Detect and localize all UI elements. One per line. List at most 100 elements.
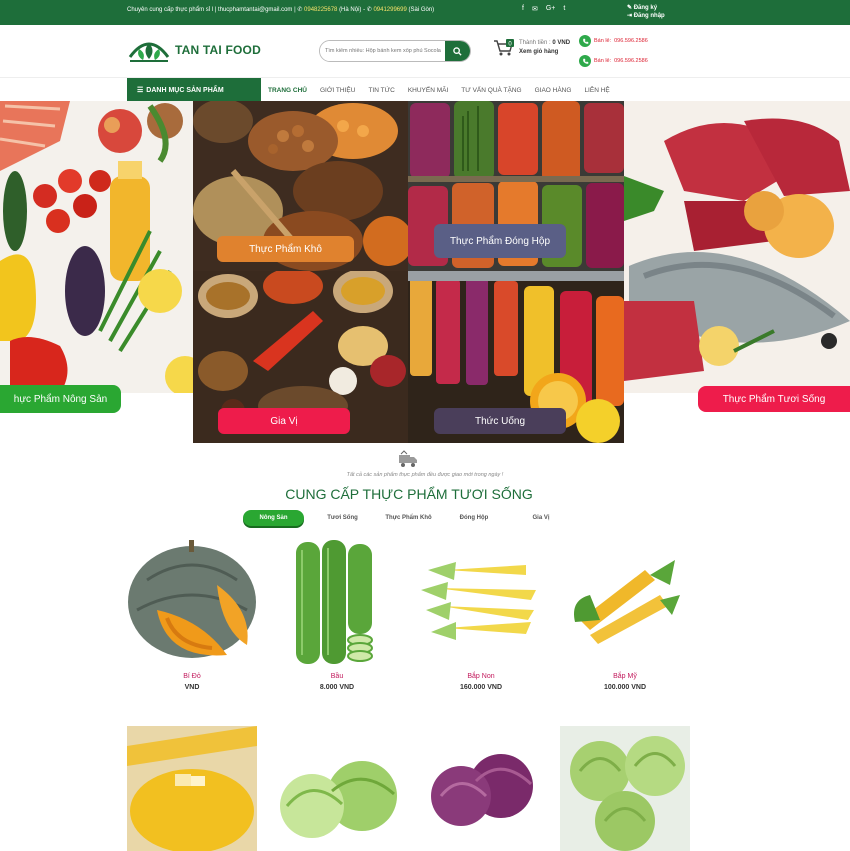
tab-thuc-pham-kho[interactable]: Thực Phẩm Khô: [376, 510, 441, 526]
product-image[interactable]: [416, 726, 546, 851]
cart[interactable]: 0 Thành tiền : 0 VND Xem giỏ hàng: [493, 39, 570, 57]
banner-thuc-uong-label[interactable]: Thức Uống: [434, 408, 566, 434]
product-card[interactable]: Bắp Mỹ 100.000 VND: [560, 540, 690, 691]
register-link[interactable]: Đăng ký: [634, 5, 657, 11]
banner-dong-hop-text: Thực Phẩm Đóng Hộp: [449, 235, 551, 247]
gourd-image: [272, 540, 402, 665]
product-image[interactable]: [560, 726, 690, 851]
tab-tuoi-song[interactable]: Tươi Sống: [315, 510, 370, 526]
cabbage-image: [272, 726, 402, 851]
product-image[interactable]: [127, 726, 257, 851]
search-icon: [453, 46, 462, 56]
product-price: 100.000 VND: [603, 684, 647, 691]
product-name[interactable]: Bắp Mỹ: [560, 673, 690, 680]
search-button[interactable]: [445, 41, 470, 61]
tab-gia-vi[interactable]: Gia Vị: [521, 510, 561, 526]
cart-view-link[interactable]: Xem giỏ hàng: [519, 49, 558, 55]
nav-promotions[interactable]: KHUYẾN MÃI: [408, 87, 448, 94]
product-card[interactable]: [127, 726, 257, 851]
product-image[interactable]: [272, 540, 402, 665]
hotline-2[interactable]: Bán lẻ: 096.596.2586: [579, 55, 648, 67]
fresh-meat-image: [624, 101, 850, 393]
tab-dong-hop[interactable]: Đóng Hộp: [449, 510, 499, 526]
cart-icon: 0: [494, 39, 514, 56]
product-card[interactable]: [272, 726, 402, 851]
banner-tuoi-song-label[interactable]: Thực Phẩm Tươi Sống: [698, 386, 850, 412]
nav-home[interactable]: TRANG CHỦ: [268, 87, 307, 94]
product-card[interactable]: Bầu 8.000 VND: [272, 540, 402, 691]
header: TAN TAI FOOD 0 Thành tiền : 0 VND Xem gi…: [0, 25, 850, 77]
product-card[interactable]: Bí Đỏ VND: [127, 540, 257, 691]
banner-gia-vi-label[interactable]: Gia Vị: [218, 408, 350, 434]
facebook-icon[interactable]: f: [522, 5, 524, 13]
product-card[interactable]: Bắp Non 160.000 VND: [416, 540, 546, 691]
product-card[interactable]: [416, 726, 546, 851]
banner-nong-san-label[interactable]: hực Phẩm Nông Sản: [0, 385, 121, 413]
top-bar: Chuyên cung cấp thực phẩm sỉ l | thucpha…: [0, 0, 850, 25]
nav-delivery[interactable]: GIAO HÀNG: [535, 87, 572, 94]
account-links: ✎ Đăng ký ⇥ Đăng nhập: [627, 4, 665, 20]
product-name[interactable]: Bắp Non: [416, 673, 546, 680]
banner-tuoi-song[interactable]: [624, 101, 850, 393]
search-input[interactable]: [320, 41, 446, 61]
nav-gift-advice[interactable]: TƯ VẤN QUÀ TẶNG: [461, 87, 521, 94]
mail-icon[interactable]: ✉: [532, 5, 538, 13]
hotline-label: Bán lẻ:: [594, 58, 612, 64]
nav-contact[interactable]: LIÊN HỆ: [584, 87, 609, 94]
banner-nong-san[interactable]: [0, 101, 193, 393]
product-price: 8.000 VND: [319, 684, 355, 691]
main-nav: ☰ DANH MỤC SẢN PHẨM TRANG CHỦ GIỚI THIỆU…: [0, 77, 850, 102]
hotline-label: Bán lẻ:: [594, 38, 612, 44]
cart-total-label: Thành tiền :: [519, 40, 551, 46]
search-bar: [319, 40, 471, 62]
banner-kho-label[interactable]: Thực Phẩm Khô: [217, 236, 354, 262]
banner-thuc-uong-text: Thức Uống: [474, 415, 526, 427]
twitter-icon[interactable]: t: [563, 5, 565, 13]
hotline-number: 096.596.2586: [614, 58, 648, 64]
phone-hanoi[interactable]: 0948225678: [304, 7, 337, 13]
login-icon: ⇥: [627, 13, 633, 19]
phone-icon: ✆: [297, 7, 303, 13]
delivery-truck-icon: [399, 450, 417, 467]
nav-news[interactable]: TIN TỨC: [368, 87, 394, 94]
social-links: f ✉ G+ t: [522, 5, 565, 13]
green-cabbage-image: [560, 726, 690, 851]
nav-about[interactable]: GIỚI THIỆU: [320, 87, 355, 94]
google-plus-icon[interactable]: G+: [546, 5, 556, 13]
banner-dong-hop-label[interactable]: Thực Phẩm Đóng Hộp: [434, 224, 566, 258]
category-menu-label: DANH MỤC SẢN PHẨM: [146, 86, 224, 94]
brand-name: TAN TAI FOOD: [175, 43, 261, 57]
banner-tuoi-song-text: Thực Phẩm Tươi Sống: [722, 393, 826, 405]
menu-bar: TRANG CHỦ GIỚI THIỆU TIN TỨC KHUYẾN MÃI …: [268, 78, 623, 102]
product-card[interactable]: [560, 726, 690, 851]
hamburger-icon: ☰: [137, 87, 144, 94]
product-price: 160.000 VND: [459, 684, 503, 691]
product-image[interactable]: [416, 540, 546, 665]
login-link[interactable]: Đăng nhập: [634, 13, 665, 19]
product-image[interactable]: [560, 540, 690, 665]
tab-nong-san[interactable]: Nông Sản: [243, 510, 304, 526]
top-bar-intro: Chuyên cung cấp thực phẩm sỉ l | thucpha…: [127, 7, 296, 13]
banner-nong-san-text: hực Phẩm Nông Sản: [13, 393, 108, 405]
red-cabbage-image: [416, 726, 546, 851]
city-hanoi: (Hà Nội) -: [339, 7, 366, 13]
baby-corn-image: [416, 540, 546, 665]
logo[interactable]: TAN TAI FOOD: [127, 35, 261, 65]
register-icon: ✎: [627, 5, 633, 11]
phone-icon: [579, 55, 591, 67]
city-saigon: (Sài Gòn): [408, 7, 435, 13]
product-image[interactable]: [127, 540, 257, 665]
cart-total-value: 0 VND: [552, 40, 571, 46]
vegetables-image: [0, 101, 193, 393]
phone-saigon[interactable]: 0941299699: [373, 7, 406, 13]
product-image[interactable]: [272, 726, 402, 851]
section-title: CUNG CẤP THỰC PHẨM TƯƠI SỐNG: [285, 486, 533, 502]
banner-gia-vi-text: Gia Vị: [270, 415, 298, 427]
hotline-1[interactable]: Bán lẻ: 096.596.2586: [579, 35, 648, 47]
product-name[interactable]: Bầu: [272, 673, 402, 680]
product-name[interactable]: Bí Đỏ: [127, 673, 257, 680]
top-bar-info: Chuyên cung cấp thực phẩm sỉ l | thucpha…: [127, 6, 434, 13]
sweet-corn-image: [127, 726, 257, 851]
section-intro: Tất cả các sản phẩm thực phẩm đều được g…: [346, 472, 504, 478]
category-menu-button[interactable]: ☰ DANH MỤC SẢN PHẨM: [127, 78, 261, 102]
